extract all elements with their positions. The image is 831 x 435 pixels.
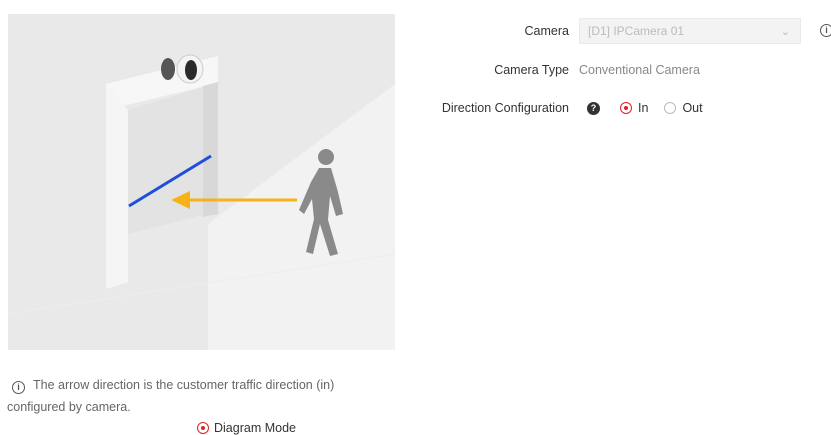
info-icon: i (12, 381, 25, 394)
direction-option-out[interactable]: Out (664, 101, 703, 115)
tip-line-1: The arrow direction is the customer traf… (33, 378, 335, 392)
camera-type-label: Camera Type (494, 63, 569, 77)
direction-out-label: Out (682, 101, 703, 115)
info-icon[interactable]: i (820, 24, 831, 37)
direction-row: Direction Configuration ? In Out (409, 96, 719, 120)
diagram-mode-option[interactable]: Diagram Mode (197, 421, 296, 435)
direction-in-radio[interactable] (620, 102, 632, 114)
tip-line-2: configured by camera. (7, 400, 131, 414)
camera-label: Camera (524, 24, 569, 38)
camera-type-value: Conventional Camera (579, 63, 700, 77)
direction-label: Direction Configuration (441, 101, 569, 115)
camera-select-value: [D1] IPCamera 01 (588, 24, 685, 38)
direction-out-radio[interactable] (664, 102, 677, 114)
chevron-down-icon: ⌄ (780, 25, 790, 38)
diagram-mode-radio[interactable] (197, 422, 209, 434)
direction-tip: i The arrow direction is the customer tra… (7, 374, 392, 418)
direction-diagram (8, 14, 395, 350)
diagram-mode-label: Diagram Mode (214, 421, 296, 435)
question-icon[interactable]: ? (587, 101, 600, 115)
camera-row: Camera [D1] IPCamera 01 ⌄ (409, 18, 801, 44)
camera-type-row: Camera Type Conventional Camera (409, 58, 700, 82)
camera-icon (161, 54, 204, 84)
camera-select[interactable]: [D1] IPCamera 01 ⌄ (579, 18, 801, 44)
direction-option-in[interactable]: In (620, 101, 648, 115)
direction-in-label: In (638, 101, 649, 115)
